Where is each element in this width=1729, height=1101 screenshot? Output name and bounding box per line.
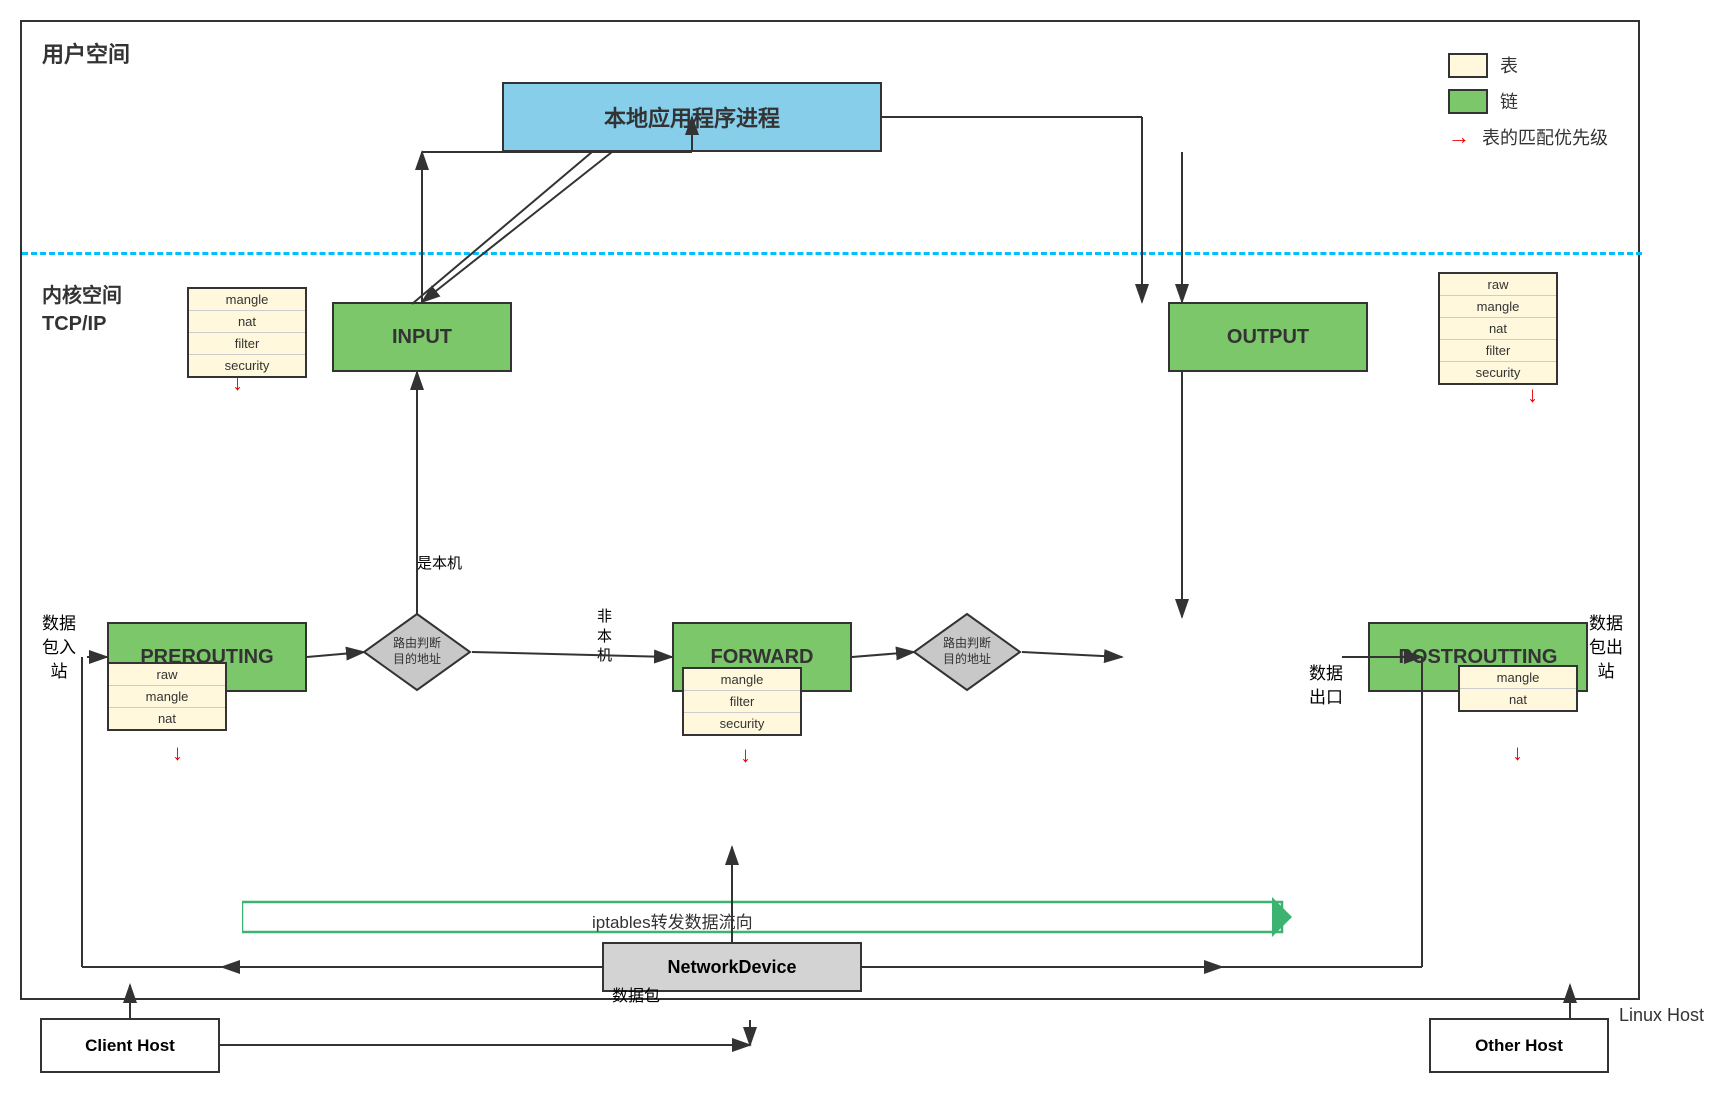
- local-process-box: 本地应用程序进程: [502, 82, 882, 152]
- route-label-2: 路由判断 目的地址: [943, 636, 991, 667]
- dashed-line: [22, 252, 1642, 255]
- postrouting-table-nat: nat: [1460, 689, 1576, 710]
- forward-arrow-svg: [242, 892, 1292, 942]
- prerouting-table-nat: nat: [109, 708, 225, 729]
- client-host-box: Client Host: [40, 1018, 220, 1073]
- postrouting-table-list: mangle nat: [1458, 665, 1578, 712]
- linux-host-label: Linux Host: [1619, 1005, 1704, 1026]
- postrouting-red-arrow: ↓: [1512, 740, 1523, 766]
- input-table-list: mangle nat filter security: [187, 287, 307, 378]
- output-chain: OUTPUT: [1168, 302, 1368, 372]
- forward-table-filter: filter: [684, 691, 800, 713]
- output-table-raw: raw: [1440, 274, 1556, 296]
- output-red-arrow: ↓: [1527, 382, 1538, 408]
- forward-red-arrow: ↓: [740, 742, 751, 768]
- forward-chain-label: FORWARD: [711, 646, 814, 669]
- output-table-nat: nat: [1440, 318, 1556, 340]
- network-device-label: NetworkDevice: [667, 957, 796, 978]
- forward-table-mangle: mangle: [684, 669, 800, 691]
- prerouting-table-raw: raw: [109, 664, 225, 686]
- legend-table: 表: [1448, 52, 1608, 78]
- output-chain-label: OUTPUT: [1227, 326, 1309, 349]
- legend-arrow-icon: →: [1448, 124, 1470, 150]
- legend-priority: → 表的匹配优先级: [1448, 124, 1608, 150]
- main-arrows-svg: [22, 22, 1642, 1002]
- forward-arrow-container: iptables转发数据流向: [242, 892, 1292, 942]
- legend-table-label: 表: [1500, 52, 1518, 78]
- local-process-label: 本地应用程序进程: [604, 101, 780, 133]
- data-out-station-label: 数据包出站: [1589, 612, 1623, 683]
- input-table-filter: filter: [189, 333, 305, 355]
- input-table-nat: nat: [189, 311, 305, 333]
- legend-table-box: [1448, 53, 1488, 78]
- packet-label: 数据包: [612, 982, 660, 1006]
- input-table-security: security: [189, 355, 305, 376]
- legend-chain-box: [1448, 89, 1488, 114]
- not-local-label: 非本机: [597, 607, 612, 666]
- kernelspace-label: 内核空间 TCP/IP: [42, 282, 122, 338]
- legend: 表 链 → 表的匹配优先级: [1448, 52, 1608, 160]
- legend-chain: 链: [1448, 88, 1608, 114]
- input-chain: INPUT: [332, 302, 512, 372]
- postrouting-table-mangle: mangle: [1460, 667, 1576, 689]
- prerouting-table-list: raw mangle nat: [107, 662, 227, 731]
- legend-priority-label: 表的匹配优先级: [1482, 124, 1608, 150]
- forward-flow-label: iptables转发数据流向: [592, 908, 753, 933]
- userspace-label: 用户空间: [42, 37, 130, 69]
- main-box: 用户空间 内核空间 TCP/IP 表 链 → 表的匹配优先级 本地应用程序进程: [20, 20, 1640, 1000]
- forward-table-list: mangle filter security: [682, 667, 802, 736]
- data-out-label: 数据出口: [1309, 662, 1343, 710]
- input-red-arrow: ↓: [232, 370, 243, 396]
- route-decision-1: 路由判断 目的地址: [362, 612, 472, 692]
- legend-chain-label: 链: [1500, 88, 1518, 114]
- client-host-label: Client Host: [85, 1036, 175, 1056]
- forward-table-security: security: [684, 713, 800, 734]
- data-in-label: 数据包入站: [42, 612, 76, 683]
- other-host-label: Other Host: [1475, 1036, 1563, 1056]
- other-host-box: Other Host: [1429, 1018, 1609, 1073]
- route-decision-2: 路由判断 目的地址: [912, 612, 1022, 692]
- prerouting-red-arrow: ↓: [172, 740, 183, 766]
- route-label-1: 路由判断 目的地址: [393, 636, 441, 667]
- input-chain-label: INPUT: [392, 326, 452, 349]
- output-table-filter: filter: [1440, 340, 1556, 362]
- output-table-list: raw mangle nat filter security: [1438, 272, 1558, 385]
- is-local-label: 是本机: [417, 552, 462, 573]
- output-table-mangle: mangle: [1440, 296, 1556, 318]
- diagram-container: 用户空间 内核空间 TCP/IP 表 链 → 表的匹配优先级 本地应用程序进程: [20, 20, 1709, 1061]
- prerouting-table-mangle: mangle: [109, 686, 225, 708]
- output-table-security: security: [1440, 362, 1556, 383]
- input-table-mangle: mangle: [189, 289, 305, 311]
